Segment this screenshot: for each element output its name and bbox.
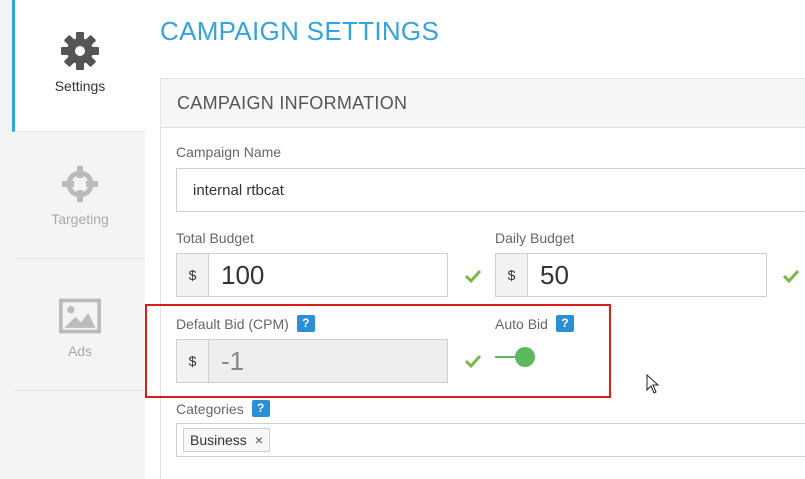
campaign-name-label-text: Campaign Name	[176, 144, 282, 160]
categories-input[interactable]: Business ×	[176, 423, 805, 457]
daily-budget-input[interactable]: $ 50	[495, 253, 767, 297]
total-budget-label: Total Budget	[176, 230, 254, 246]
sidebar-item-label: Targeting	[51, 211, 109, 227]
sidebar-item-targeting[interactable]: Targeting	[15, 127, 145, 259]
highlight-box	[145, 304, 611, 398]
sidebar-item-settings[interactable]: Settings	[12, 0, 145, 132]
panel-header: CAMPAIGN INFORMATION	[161, 79, 805, 128]
sidebar-item-label: Ads	[67, 343, 93, 359]
sidebar-item-ads[interactable]: Ads	[15, 259, 145, 391]
check-icon	[464, 269, 482, 284]
sidebar: Settings Targeting Ads	[0, 0, 145, 479]
daily-budget-value: 50	[540, 259, 569, 290]
crosshair-icon	[59, 163, 101, 205]
sidebar-item-label: Settings	[54, 78, 106, 94]
page-title: CAMPAIGN SETTINGS	[160, 16, 440, 46]
check-icon	[782, 269, 800, 284]
daily-budget-label: Daily Budget	[495, 230, 574, 246]
total-budget-input[interactable]: $ 100	[176, 253, 448, 297]
categories-label-text: Categories	[176, 400, 244, 417]
category-tag: Business ×	[183, 428, 270, 452]
help-icon[interactable]: ?	[251, 400, 270, 417]
total-budget-label-text: Total Budget	[176, 230, 254, 246]
panel-title: CAMPAIGN INFORMATION	[177, 92, 408, 113]
campaign-name-input[interactable]: internal rtbcat	[176, 168, 805, 212]
campaign-name-label: Campaign Name	[176, 144, 281, 160]
gear-icon	[59, 30, 101, 72]
campaign-name-value: internal rtbcat	[193, 181, 284, 199]
total-budget-value: 100	[221, 259, 265, 290]
image-icon	[59, 295, 101, 337]
categories-label: Categories ?	[176, 400, 270, 417]
mouse-cursor-icon	[646, 374, 660, 394]
remove-tag-icon[interactable]: ×	[255, 432, 263, 448]
daily-budget-label-text: Daily Budget	[495, 230, 575, 246]
currency-addon: $	[177, 254, 209, 296]
category-tag-label: Business	[190, 432, 247, 448]
currency-addon: $	[496, 254, 528, 296]
